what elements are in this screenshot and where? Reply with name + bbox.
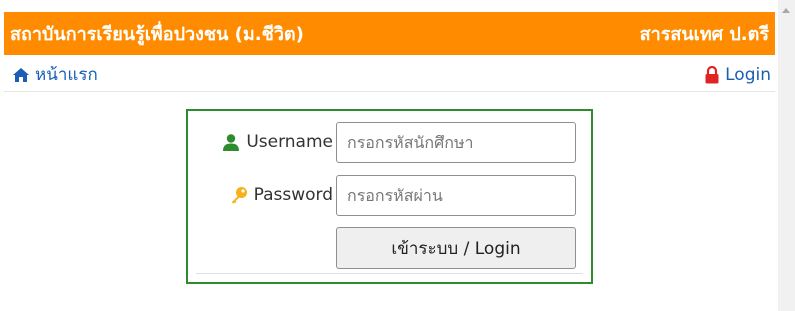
username-label: Username <box>246 132 333 152</box>
form-divider <box>196 273 583 274</box>
system-title: สารสนเทศ ป.ตรี <box>639 24 769 45</box>
key-icon <box>231 187 247 204</box>
home-link-label: หน้าแรก <box>35 65 98 85</box>
login-link-label: Login <box>725 64 771 85</box>
username-row: Username <box>188 121 591 163</box>
top-nav: หน้าแรก Login <box>4 58 775 92</box>
lock-icon <box>705 65 719 83</box>
username-input[interactable] <box>336 122 576 163</box>
user-icon <box>223 134 240 151</box>
site-header: สถาบันการเรียนรู้เพื่อปวงชน (ม.ชีวิต) สา… <box>4 12 775 55</box>
site-title: สถาบันการเรียนรู้เพื่อปวงชน (ม.ชีวิต) <box>10 24 304 45</box>
home-icon <box>13 67 29 82</box>
vertical-scrollbar[interactable] <box>778 0 795 311</box>
password-input[interactable] <box>336 175 576 216</box>
username-label-group: Username <box>222 121 333 163</box>
home-link[interactable]: หน้าแรก <box>12 61 98 88</box>
password-label-group: Password <box>230 174 333 216</box>
login-form: Username Password เข้าระบบ / Login <box>186 109 593 284</box>
password-label: Password <box>253 185 333 205</box>
password-row: Password <box>188 174 591 216</box>
scroll-up-arrow-icon[interactable] <box>782 8 790 13</box>
login-submit-button[interactable]: เข้าระบบ / Login <box>336 227 576 269</box>
login-link[interactable]: Login <box>704 65 771 85</box>
